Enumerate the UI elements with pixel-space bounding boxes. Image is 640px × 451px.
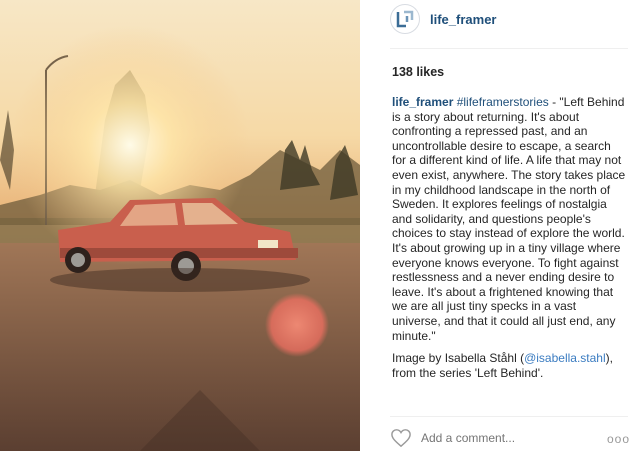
- header-username[interactable]: life_framer: [430, 12, 496, 27]
- post-details-panel: life_framer 138 likes life_framer #lifef…: [375, 0, 640, 451]
- post-photo[interactable]: [0, 0, 360, 451]
- caption-text: - "Left Behind is a story about returnin…: [392, 95, 626, 343]
- avatar[interactable]: [390, 4, 420, 34]
- heart-icon[interactable]: [390, 428, 412, 448]
- comment-bar: [390, 428, 630, 448]
- post-header: life_framer: [390, 3, 496, 35]
- credit-handle-link[interactable]: @isabella.stahl: [524, 351, 606, 365]
- credit-prefix: Image by Isabella Ståhl (: [392, 351, 525, 366]
- photo-illustration: [0, 0, 360, 451]
- likes-count[interactable]: 138 likes: [392, 65, 444, 79]
- more-options-icon[interactable]: ooo: [607, 432, 630, 446]
- caption-username[interactable]: life_framer: [392, 95, 453, 109]
- post-caption: life_framer #lifeframerstories - "Left B…: [392, 95, 628, 380]
- photo-credit: Image by Isabella Ståhl (@isabella.stahl…: [392, 351, 628, 380]
- comment-input[interactable]: [421, 431, 581, 445]
- life-framer-logo-icon: [396, 10, 414, 28]
- caption-hashtag[interactable]: #lifeframerstories: [457, 95, 549, 109]
- comment-divider: [390, 416, 628, 417]
- header-divider: [390, 48, 628, 49]
